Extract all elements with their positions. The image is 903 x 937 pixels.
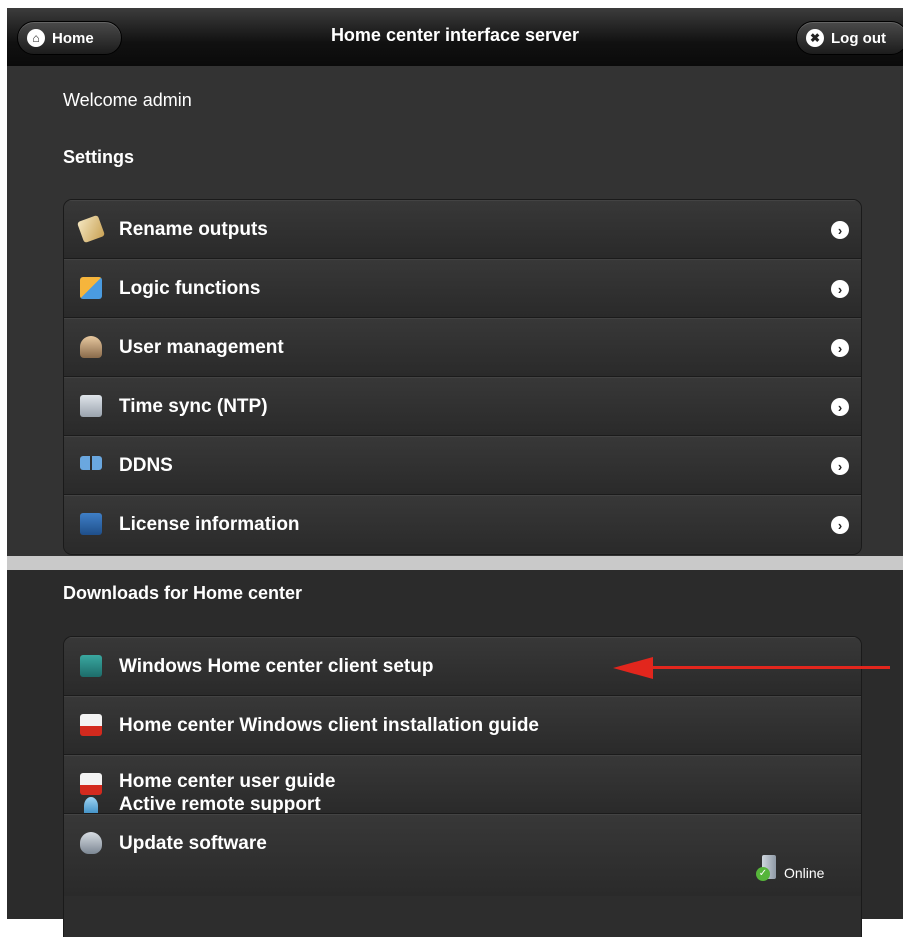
page-title: Home center interface server	[330, 25, 580, 45]
rename-icon	[76, 214, 106, 244]
welcome-text: Welcome admin	[63, 90, 192, 110]
chevron-right-icon: ›	[831, 398, 849, 416]
header-bar: ⌂ Home Home center interface server ✖ Lo…	[7, 8, 903, 67]
settings-item-label: Rename outputs	[119, 219, 268, 240]
annotation-arrow-shaft	[648, 666, 890, 669]
msi-installer-icon	[80, 655, 102, 677]
pdf-icon	[80, 714, 102, 736]
pdf-icon	[80, 773, 102, 795]
server-online-icon: ✓	[756, 855, 780, 881]
user-management-icon	[80, 336, 102, 358]
network-icon	[80, 456, 102, 470]
settings-list: Rename outputs › Logic functions › User …	[63, 199, 862, 555]
chevron-right-icon: ›	[831, 516, 849, 534]
download-item-label: Windows Home center client setup	[119, 656, 434, 677]
settings-item-time-sync[interactable]: Time sync (NTP) ›	[64, 376, 861, 435]
license-icon	[80, 513, 102, 535]
chevron-right-icon: ›	[831, 221, 849, 239]
update-icon	[80, 832, 102, 854]
update-software-label: Update software	[119, 833, 267, 854]
settings-item-logic-functions[interactable]: Logic functions ›	[64, 258, 861, 317]
online-status: ✓ Online	[756, 855, 824, 881]
logout-button-label: Log out	[831, 29, 886, 47]
annotation-arrow-icon	[613, 657, 653, 679]
time-sync-icon	[80, 395, 102, 417]
download-item-user-guide[interactable]: Home center user guide Active remote sup…	[64, 754, 861, 815]
settings-item-label: User management	[119, 337, 284, 358]
download-item-label: Home center Windows client installation …	[119, 715, 539, 736]
download-item-installation-guide[interactable]: Home center Windows client installation …	[64, 695, 861, 754]
settings-item-license-information[interactable]: License information ›	[64, 494, 861, 553]
logic-blocks-icon	[80, 277, 102, 299]
logout-button[interactable]: ✖ Log out	[796, 21, 903, 55]
update-software-item[interactable]: Update software	[64, 813, 861, 896]
settings-item-user-management[interactable]: User management ›	[64, 317, 861, 376]
settings-item-label: License information	[119, 514, 300, 535]
downloads-list: Windows Home center client setup Home ce…	[63, 636, 862, 937]
settings-heading: Settings	[63, 147, 135, 167]
download-item-label: Home center user guide	[119, 771, 336, 792]
settings-item-ddns[interactable]: DDNS ›	[64, 435, 861, 494]
settings-item-label: DDNS	[119, 455, 173, 476]
downloads-heading: Downloads for Home center	[63, 583, 303, 603]
settings-item-label: Logic functions	[119, 278, 261, 299]
settings-item-rename-outputs[interactable]: Rename outputs ›	[64, 200, 861, 258]
chevron-right-icon: ›	[831, 339, 849, 357]
settings-item-label: Time sync (NTP)	[119, 396, 268, 417]
close-icon: ✖	[806, 29, 824, 47]
section-divider	[7, 556, 903, 570]
chevron-right-icon: ›	[831, 280, 849, 298]
online-status-text: Online	[784, 865, 825, 881]
chevron-right-icon: ›	[831, 457, 849, 475]
